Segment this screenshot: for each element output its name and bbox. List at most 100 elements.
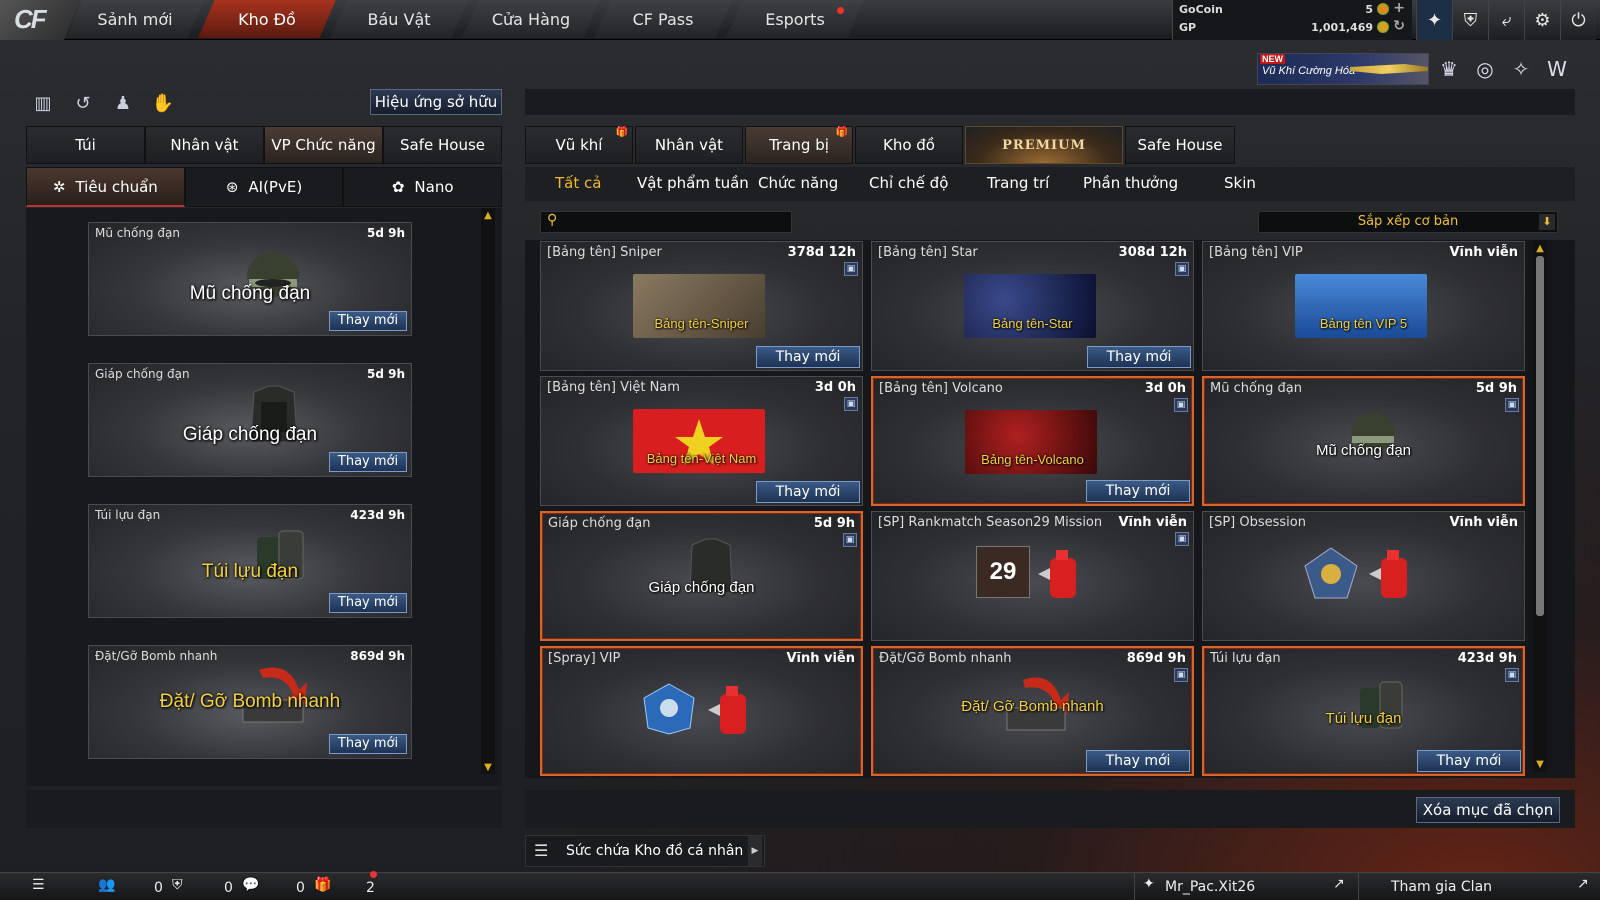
inventory-item[interactable]: [Bảng tên] Volcano 3d 0h ▣ Bảng tên-Volc… xyxy=(871,376,1194,506)
renew-button[interactable]: Thay mới xyxy=(329,452,407,472)
cat-all[interactable]: Tất cả xyxy=(555,174,601,192)
nav-tab-inventory[interactable]: Kho Đồ xyxy=(198,0,336,38)
inventory-item[interactable]: [SP] Obsession Vĩnh viễn xyxy=(1202,511,1525,641)
clan-icon[interactable]: ✦ xyxy=(1416,0,1452,40)
tab-safe-house[interactable]: Safe House xyxy=(383,126,502,164)
shield-icon[interactable]: ⛨ xyxy=(1452,0,1488,40)
tab-bag[interactable]: Túi xyxy=(26,126,145,164)
tab-character[interactable]: Nhân vật xyxy=(145,126,264,164)
renew-button[interactable]: Thay mới xyxy=(329,311,407,331)
subtab-standard[interactable]: ✲ Tiêu chuẩn xyxy=(26,167,185,207)
lock-icon[interactable]: ▣ xyxy=(1175,262,1189,276)
renew-button[interactable]: Thay mới xyxy=(1087,346,1191,368)
nav-tab-shop[interactable]: Cửa Hàng xyxy=(462,0,600,38)
tab-safe-house-right[interactable]: Safe House xyxy=(1125,126,1235,164)
equipped-item[interactable]: Đặt/Gỡ Bomb nhanh 869d 9h Đặt/ Gỡ Bomb n… xyxy=(88,645,412,759)
search-input[interactable]: ⚲ xyxy=(540,211,792,233)
clan-shield-icon[interactable]: ⛨ xyxy=(172,877,183,893)
inventory-item[interactable]: [Bảng tên] Sniper 378d 12h ▣ Bảng tên-Sn… xyxy=(540,241,863,371)
vip-icon[interactable]: ♛ xyxy=(1436,56,1462,82)
equipped-item[interactable]: Giáp chống đạn 5d 9h Giáp chống đạn Thay… xyxy=(88,363,412,477)
renew-button[interactable]: Thay mới xyxy=(329,734,407,754)
chat-icon[interactable]: 💬 xyxy=(242,877,259,893)
lock-icon[interactable]: ▣ xyxy=(844,397,858,411)
add-coin-icon[interactable]: + xyxy=(1393,0,1405,16)
nav-tab-esports[interactable]: Esports xyxy=(726,0,864,38)
chevron-down-icon[interactable]: ⬇ xyxy=(1539,214,1555,230)
lock-icon[interactable]: ▣ xyxy=(1174,398,1188,412)
gear-icon[interactable]: ⚙ xyxy=(1524,0,1560,40)
lock-icon[interactable]: ▣ xyxy=(844,262,858,276)
left-scrollbar[interactable]: ▲ ▼ xyxy=(481,208,495,774)
inventory-item[interactable]: [Bảng tên] Star 308d 12h ▣ Bảng tên-Star… xyxy=(871,241,1194,371)
tab-premium[interactable]: PREMIUM xyxy=(965,126,1123,164)
renew-button[interactable]: Thay mới xyxy=(1417,750,1521,772)
nav-tab-treasure[interactable]: Báu Vật xyxy=(330,0,468,38)
renew-button[interactable]: Thay mới xyxy=(329,593,407,613)
renew-button[interactable]: Thay mới xyxy=(1086,750,1190,772)
cat-function[interactable]: Chức năng xyxy=(758,174,838,192)
hand-icon[interactable]: ✋ xyxy=(150,90,176,116)
lock-icon[interactable]: ▣ xyxy=(1505,398,1519,412)
sort-dropdown[interactable]: Sắp xếp cơ bản ⬇ xyxy=(1258,211,1558,233)
character-icon[interactable]: ♟ xyxy=(110,90,136,116)
renew-button[interactable]: Thay mới xyxy=(756,346,860,368)
equipped-item[interactable]: Mũ chống đạn 5d 9h Mũ chống đạn Thay mới xyxy=(88,222,412,336)
power-icon[interactable]: ⏻ xyxy=(1560,0,1596,40)
scroll-thumb[interactable] xyxy=(1536,256,1544,616)
renew-button[interactable]: Thay mới xyxy=(756,481,860,503)
inventory-item[interactable]: [Bảng tên] VIP Vĩnh viễn Bảng tên VIP 5 xyxy=(1202,241,1525,371)
tab-characters[interactable]: Nhân vật xyxy=(635,126,743,164)
right-scrollbar[interactable]: ▲ ▼ xyxy=(1533,240,1547,772)
lock-icon[interactable]: ▣ xyxy=(1174,668,1188,682)
gift-icon[interactable]: 🎁 xyxy=(314,877,331,893)
scroll-down-icon[interactable]: ▼ xyxy=(1534,758,1546,770)
clan-panel[interactable]: Tham gia Clan ↗ xyxy=(1358,873,1600,900)
tab-vp-function[interactable]: VP Chức năng xyxy=(264,126,383,164)
lock-icon[interactable]: ▣ xyxy=(1505,668,1519,682)
cat-reward[interactable]: Phần thưởng xyxy=(1083,174,1178,192)
scroll-up-icon[interactable]: ▲ xyxy=(1534,242,1546,254)
inventory-item[interactable]: Mũ chống đạn 5d 9h ▣ Mũ chống đạn xyxy=(1202,376,1525,506)
wrench-icon[interactable]: ✧ xyxy=(1508,56,1534,82)
inventory-item[interactable]: Giáp chống đạn 5d 9h ▣ Giáp chống đạn xyxy=(540,511,863,641)
scroll-down-icon[interactable]: ▼ xyxy=(482,761,494,773)
cat-mode-only[interactable]: Chỉ chế độ xyxy=(869,174,948,192)
friends-icon[interactable]: 👥 xyxy=(98,877,115,893)
lock-icon[interactable]: ▣ xyxy=(1175,532,1189,546)
renew-button[interactable]: Thay mới xyxy=(1086,480,1190,502)
exit-icon[interactable]: ⤶ xyxy=(1488,0,1524,40)
owned-effects-button[interactable]: Hiệu ứng sở hữu xyxy=(370,89,502,115)
chart-icon[interactable]: ▥ xyxy=(30,90,56,116)
delete-selected-button[interactable]: Xóa mục đã chọn xyxy=(1416,797,1560,823)
inventory-item[interactable]: Đặt/Gỡ Bomb nhanh 869d 9h ▣ Đặt/ Gỡ Bomb… xyxy=(871,646,1194,776)
equipped-item[interactable]: Túi lựu đạn 423d 9h Túi lựu đạn Thay mới xyxy=(88,504,412,618)
user-panel[interactable]: ✦ Mr_Pac.Xit26 ↗ xyxy=(1134,873,1356,900)
subtab-nano[interactable]: ✿ Nano xyxy=(343,167,503,207)
nav-tab-cfpass[interactable]: CF Pass xyxy=(594,0,732,38)
tab-equipment[interactable]: Trang bị 🎁 xyxy=(745,126,853,164)
inventory-item[interactable]: [Bảng tên] Việt Nam 3d 0h ▣ Bảng tên-Việ… xyxy=(540,376,863,506)
inventory-item[interactable]: [Spray] VIP Vĩnh viễn xyxy=(540,646,863,776)
history-icon[interactable]: ↺ xyxy=(70,90,96,116)
promo-banner[interactable]: NEW Vũ Khí Cường Hóa xyxy=(1257,53,1429,85)
scroll-up-icon[interactable]: ▲ xyxy=(482,209,494,221)
cat-weekly[interactable]: Vật phẩm tuần xyxy=(637,174,749,192)
capacity-button[interactable]: ☰ Sức chứa Kho đồ cá nhân ▶ xyxy=(525,835,765,867)
nav-tab-lobby[interactable]: Sảnh mới xyxy=(66,0,204,38)
lock-icon[interactable]: ▣ xyxy=(843,533,857,547)
w-icon[interactable]: W xyxy=(1544,56,1570,82)
chevron-right-icon[interactable]: ▶ xyxy=(748,836,762,866)
globe-icon[interactable]: ◎ xyxy=(1472,56,1498,82)
external-link-icon[interactable]: ↗ xyxy=(1333,876,1345,892)
inventory-item[interactable]: Túi lựu đạn 423d 9h ▣ Túi lựu đạn Thay m… xyxy=(1202,646,1525,776)
subtab-ai[interactable]: ⊛ AI(PvE) xyxy=(184,167,344,207)
tab-weapons[interactable]: Vũ khí 🎁 xyxy=(525,126,633,164)
refresh-icon[interactable]: ↻ xyxy=(1393,18,1405,34)
cat-skin[interactable]: Skin xyxy=(1224,174,1256,192)
inventory-item[interactable]: [SP] Rankmatch Season29 Mission Vĩnh viễ… xyxy=(871,511,1194,641)
external-link-icon[interactable]: ↗ xyxy=(1577,876,1589,892)
menu-icon[interactable]: ☰ xyxy=(32,877,45,893)
cat-decoration[interactable]: Trang trí xyxy=(987,174,1049,192)
tab-storage[interactable]: Kho đồ xyxy=(855,126,963,164)
